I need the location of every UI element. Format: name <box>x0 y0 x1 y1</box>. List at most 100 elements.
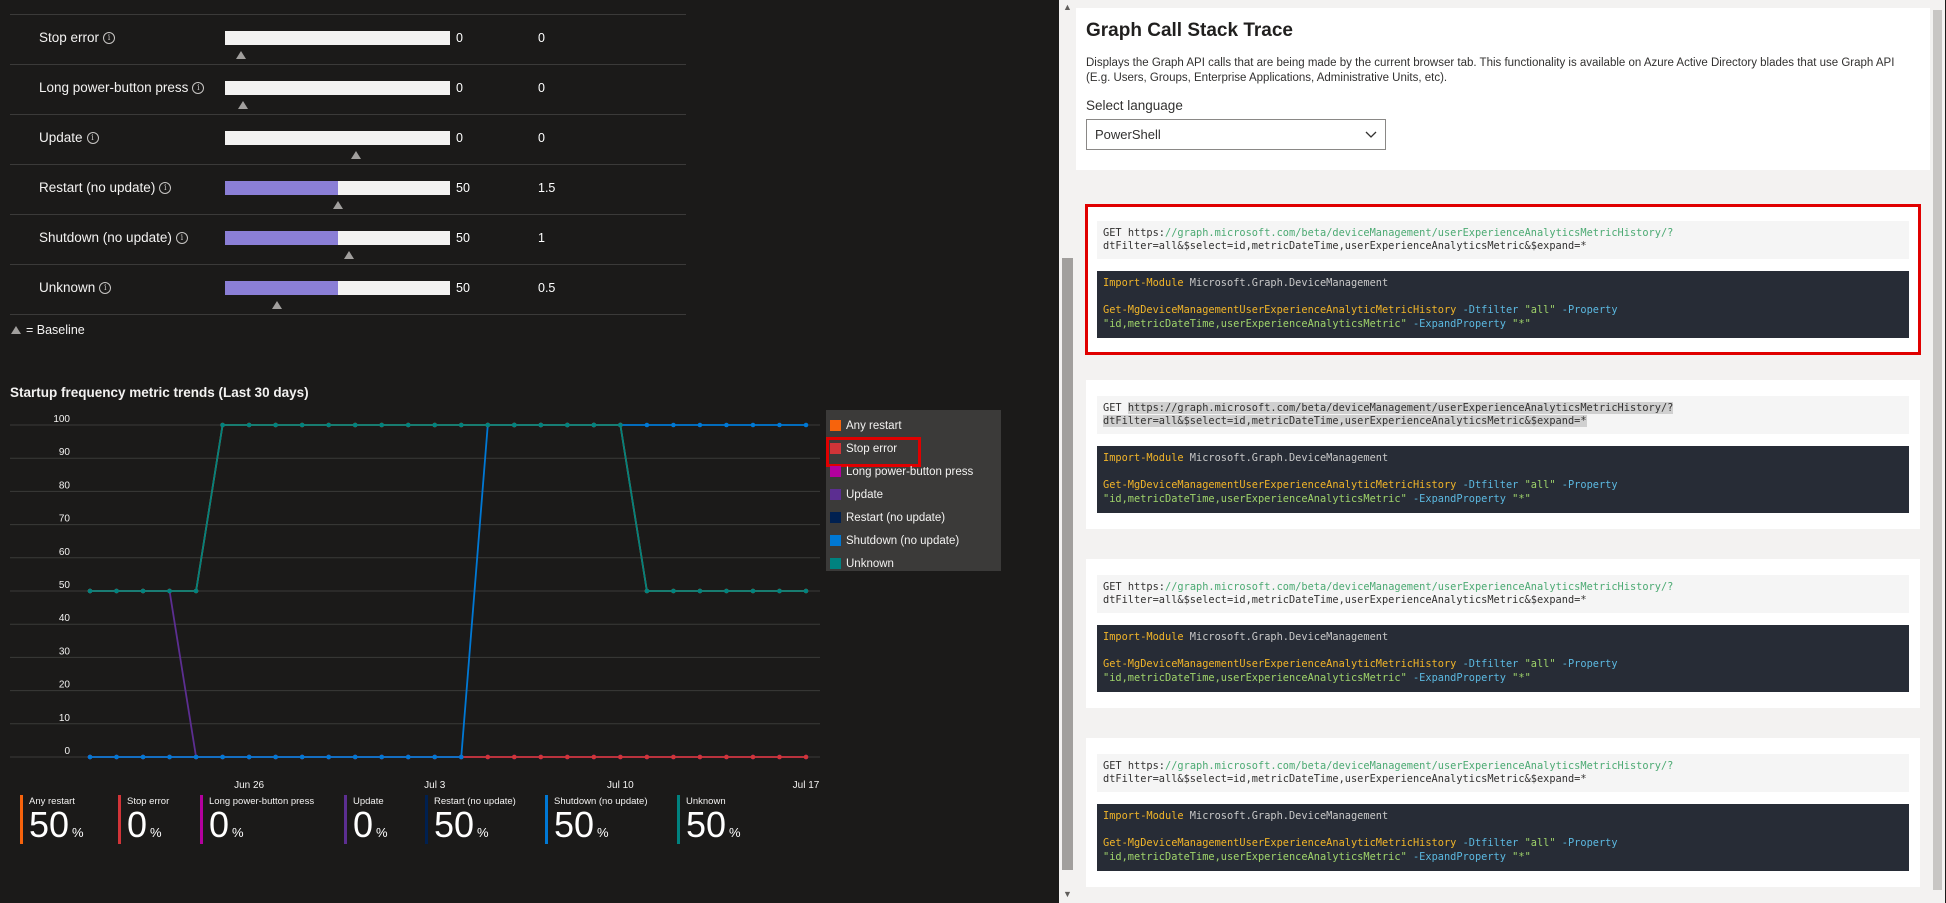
data-point[interactable] <box>538 754 544 760</box>
legend-item[interactable]: Shutdown (no update) <box>826 529 1001 552</box>
data-point[interactable] <box>352 754 358 760</box>
data-point[interactable] <box>777 422 782 428</box>
request-url-block[interactable]: GET https://graph.microsoft.com/beta/dev… <box>1097 396 1909 434</box>
data-point[interactable] <box>246 422 252 428</box>
data-point[interactable] <box>140 588 146 594</box>
kpi-value: 50 <box>554 804 595 845</box>
left-scrollbar[interactable]: ▲ ▼ <box>1059 0 1076 903</box>
request-url-block[interactable]: GET https://graph.microsoft.com/beta/dev… <box>1097 221 1909 259</box>
data-point[interactable] <box>724 422 729 428</box>
data-point[interactable] <box>724 754 729 760</box>
data-point[interactable] <box>326 422 331 428</box>
info-icon[interactable]: i <box>159 181 172 194</box>
series-line[interactable] <box>90 424 806 592</box>
info-icon[interactable]: i <box>175 231 188 244</box>
data-point[interactable] <box>750 754 756 760</box>
info-icon[interactable]: i <box>99 281 112 294</box>
powershell-code-block[interactable]: Import-Module Microsoft.Graph.DeviceMana… <box>1097 804 1909 871</box>
kpi-value: 50 <box>29 804 70 845</box>
scroll-down-icon[interactable]: ▼ <box>1063 889 1072 899</box>
metric-bar-fill <box>225 281 338 295</box>
scroll-thumb[interactable] <box>1933 10 1942 890</box>
request-url-block[interactable]: GET https://graph.microsoft.com/beta/dev… <box>1097 754 1909 792</box>
legend-item[interactable]: Any restart <box>826 414 1001 437</box>
request-url-block[interactable]: GET https://graph.microsoft.com/beta/dev… <box>1097 575 1909 613</box>
legend-item[interactable]: Long power-button press <box>826 460 1001 483</box>
data-point[interactable] <box>591 754 597 760</box>
scroll-up-icon[interactable]: ▲ <box>1063 2 1072 12</box>
data-point[interactable] <box>458 754 464 760</box>
legend-item[interactable]: Update <box>826 483 1001 506</box>
powershell-code-block[interactable]: Import-Module Microsoft.Graph.DeviceMana… <box>1097 446 1909 513</box>
right-scrollbar[interactable] <box>1930 0 1945 903</box>
legend-item[interactable]: Stop error <box>826 437 1001 467</box>
data-point[interactable] <box>273 422 278 428</box>
data-point[interactable] <box>220 754 225 760</box>
language-dropdown[interactable]: PowerShell <box>1086 119 1386 150</box>
data-point[interactable] <box>591 422 597 428</box>
data-point[interactable] <box>697 588 703 594</box>
data-point[interactable] <box>671 754 676 760</box>
data-point[interactable] <box>432 422 438 428</box>
data-point[interactable] <box>511 754 517 760</box>
data-point[interactable] <box>750 588 756 594</box>
data-point[interactable] <box>485 754 491 760</box>
data-point[interactable] <box>114 754 119 760</box>
data-point[interactable] <box>618 754 623 760</box>
data-point[interactable] <box>326 754 331 760</box>
legend-item[interactable]: Unknown <box>826 552 1001 575</box>
powershell-code-block[interactable]: Import-Module Microsoft.Graph.DeviceMana… <box>1097 625 1909 692</box>
data-point[interactable] <box>697 422 703 428</box>
data-point[interactable] <box>352 422 358 428</box>
data-point[interactable] <box>246 754 252 760</box>
info-icon[interactable]: i <box>192 81 205 94</box>
data-point[interactable] <box>379 422 385 428</box>
data-point[interactable] <box>379 754 385 760</box>
data-point[interactable] <box>87 588 93 594</box>
data-point[interactable] <box>777 754 782 760</box>
series-line[interactable] <box>90 590 806 758</box>
data-point[interactable] <box>511 422 517 428</box>
data-point[interactable] <box>167 754 172 760</box>
data-point[interactable] <box>140 754 146 760</box>
data-point[interactable] <box>458 422 464 428</box>
data-point[interactable] <box>299 754 305 760</box>
y-tick-label: 40 <box>59 613 71 624</box>
baseline-marker-icon <box>238 101 248 109</box>
legend-swatch <box>830 558 841 569</box>
data-point[interactable] <box>273 754 278 760</box>
data-point[interactable] <box>565 754 570 760</box>
data-point[interactable] <box>777 588 782 594</box>
data-point[interactable] <box>538 422 544 428</box>
data-point[interactable] <box>803 588 809 594</box>
data-point[interactable] <box>644 588 650 594</box>
data-point[interactable] <box>432 754 438 760</box>
data-point[interactable] <box>299 422 305 428</box>
powershell-code-block[interactable]: Import-Module Microsoft.Graph.DeviceMana… <box>1097 271 1909 338</box>
data-point[interactable] <box>697 754 703 760</box>
data-point[interactable] <box>405 422 411 428</box>
legend-item[interactable]: Restart (no update) <box>826 506 1001 529</box>
data-point[interactable] <box>114 588 119 594</box>
data-point[interactable] <box>671 422 676 428</box>
info-icon[interactable]: i <box>103 31 116 44</box>
data-point[interactable] <box>167 588 172 594</box>
data-point[interactable] <box>193 754 199 760</box>
data-point[interactable] <box>618 422 623 428</box>
data-point[interactable] <box>644 754 650 760</box>
data-point[interactable] <box>803 754 809 760</box>
data-point[interactable] <box>565 422 570 428</box>
info-icon[interactable]: i <box>86 131 99 144</box>
data-point[interactable] <box>724 588 729 594</box>
data-point[interactable] <box>220 422 225 428</box>
series-line[interactable] <box>90 424 806 592</box>
scroll-thumb[interactable] <box>1062 258 1073 870</box>
data-point[interactable] <box>803 422 809 428</box>
data-point[interactable] <box>87 754 93 760</box>
data-point[interactable] <box>485 422 491 428</box>
data-point[interactable] <box>671 588 676 594</box>
data-point[interactable] <box>193 588 199 594</box>
data-point[interactable] <box>644 422 650 428</box>
data-point[interactable] <box>405 754 411 760</box>
data-point[interactable] <box>750 422 756 428</box>
